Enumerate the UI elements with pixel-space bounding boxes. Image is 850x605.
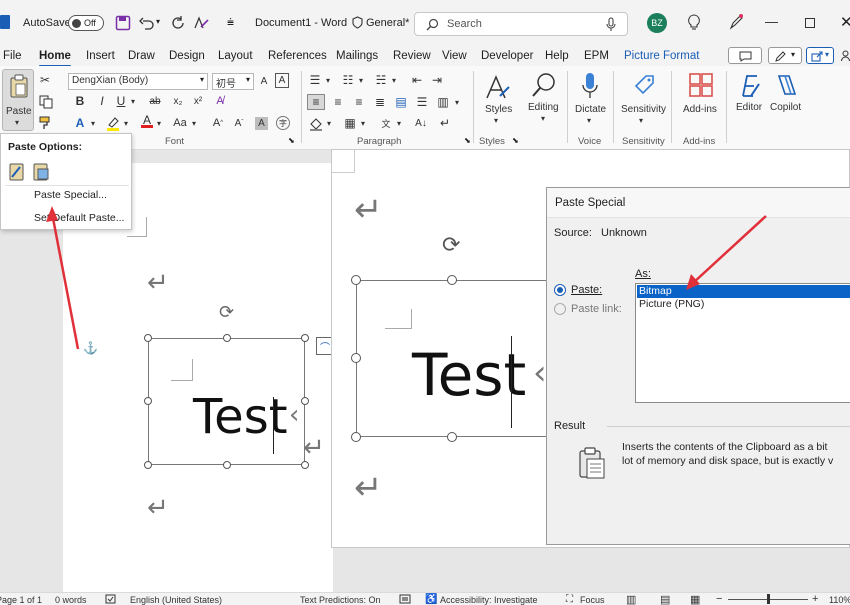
annotation-arrows (46, 206, 767, 350)
print-layout-icon[interactable]: ▤ (660, 593, 670, 605)
annotation-arrow-paste-special (46, 206, 80, 350)
focus-icon[interactable]: ⛶ (566, 594, 573, 605)
macro-icon[interactable] (399, 594, 411, 604)
status-accessibility[interactable]: Accessibility: Investigate (440, 595, 538, 605)
status-language[interactable]: English (United States) (130, 595, 222, 605)
status-zoom[interactable]: 110% (829, 595, 850, 605)
zoom-out-icon[interactable]: − (716, 593, 722, 605)
zoom-slider-thumb[interactable] (767, 594, 770, 604)
status-focus[interactable]: Focus (580, 595, 605, 605)
zoom-in-icon[interactable]: + (812, 593, 818, 605)
read-mode-icon[interactable]: ▥ (626, 593, 636, 605)
annotation-arrow-bitmap (686, 215, 767, 290)
status-words[interactable]: 0 words (55, 595, 87, 605)
proofing-icon[interactable] (105, 594, 116, 604)
status-text-predictions[interactable]: Text Predictions: On (300, 595, 381, 605)
web-layout-icon[interactable]: ▦ (690, 593, 700, 605)
accessibility-icon[interactable]: ♿ (425, 594, 437, 605)
status-page[interactable]: Page 1 of 1 (0, 595, 42, 605)
status-bar: Page 1 of 1 0 words English (United Stat… (0, 592, 850, 605)
